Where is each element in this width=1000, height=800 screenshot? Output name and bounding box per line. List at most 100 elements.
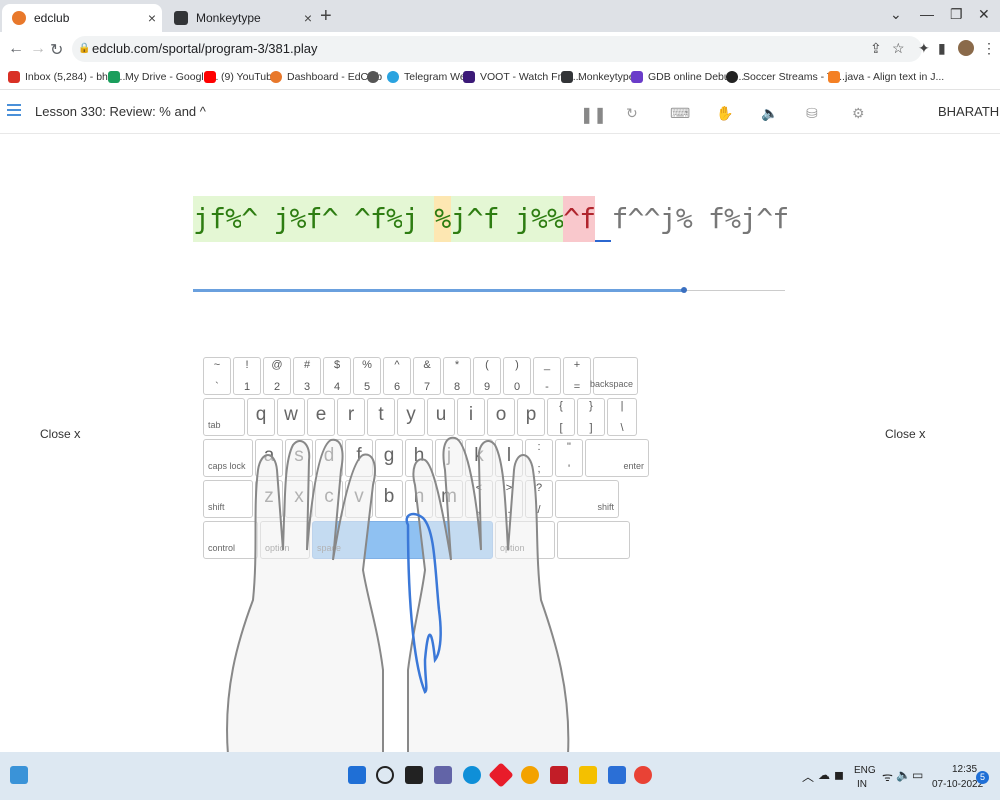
lesson-title: Lesson 330: Review: % and ^ [35,104,206,119]
close-icon: x [919,426,926,441]
keyboard-icon[interactable]: ⌨ [670,105,690,122]
edge-icon[interactable] [463,766,481,784]
typing-char: j [659,202,677,235]
region-indicator: IN [857,779,867,790]
side-panel-icon[interactable]: ▮ [938,40,946,57]
file-explorer-icon[interactable] [579,766,597,784]
extensions-icon[interactable]: ✦ [918,40,930,57]
key-symbol[interactable]: ~ ` [203,357,231,395]
store-icon[interactable] [608,766,626,784]
back-icon[interactable]: ← [8,40,24,58]
typing-char: % [675,202,693,235]
sound-icon[interactable]: 🔈 [761,105,778,122]
chrome-icon[interactable] [634,766,652,784]
windows-start-icon[interactable] [348,766,366,784]
hand-icon[interactable]: ✋ [716,105,733,122]
typing-char: f [708,202,725,235]
tab-edclub[interactable]: edclub × [2,4,162,32]
typing-char: ^ [627,202,645,235]
globe-icon [367,71,379,83]
clock-time[interactable]: 12:35 [952,764,977,775]
typing-char [418,196,435,242]
key-symbol[interactable]: @2 [263,357,291,395]
key-symbol[interactable]: $4 [323,357,351,395]
menu-icon[interactable]: ⋮ [982,40,996,57]
tray-overflow-icon[interactable]: ︿ [802,768,814,785]
key-symbol[interactable]: ^ 6 [383,357,411,395]
key-symbol[interactable]: % 5 [353,357,381,395]
bookmark-item[interactable]: Telegram Web [387,71,472,83]
typing-char: f [482,196,500,242]
forward-icon[interactable]: → [30,40,46,58]
bookmark-item[interactable]: java - Align text in J... [828,71,944,83]
minimize-button[interactable]: — [920,6,934,22]
bookmark-item[interactable]: Dashboard - EdClub [270,71,382,83]
typing-char: % [530,196,548,242]
typing-char: % [434,196,451,242]
bookmark-star-icon[interactable]: ☆ [892,40,905,57]
widgets-icon[interactable] [10,766,28,784]
typing-char: % [289,196,306,242]
reload-icon[interactable]: ↻ [50,40,63,60]
pause-icon[interactable]: ❚❚ [580,105,607,125]
share-icon[interactable]: ⇪ [870,40,882,57]
maximize-button[interactable]: ❐ [950,6,963,23]
close-tab-icon[interactable]: × [142,10,162,26]
typing-char: j [273,196,290,242]
bookmark-item[interactable]: My Drive - Google... [108,71,218,83]
key-symbol[interactable]: | \ [607,398,637,436]
typing-char: f [209,196,226,242]
typing-char [498,196,515,242]
typing-char: ^ [241,196,258,242]
key-symbol[interactable]: * 8 [443,357,471,395]
teams-icon[interactable] [434,766,452,784]
hamburger-menu-icon[interactable] [7,104,21,116]
typing-char: f [611,202,629,235]
key-symbol[interactable]: #3 [293,357,321,395]
language-indicator[interactable]: ENG [854,765,876,776]
close-right-button[interactable]: Close x [885,426,926,441]
profile-avatar[interactable] [958,40,974,56]
settings-gear-icon[interactable]: ⚙ [852,105,865,122]
key-symbol[interactable]: (9 [473,357,501,395]
app-tray-icon[interactable]: ◼ [834,768,844,782]
search-icon[interactable] [376,766,394,784]
bookmark-item[interactable]: (9) YouTube [204,71,278,83]
mcafee-icon[interactable] [550,766,568,784]
notes-icon[interactable] [521,766,539,784]
typing-char: j [450,196,467,242]
tab-search-icon[interactable]: ⌄ [890,6,902,23]
key-symbol[interactable]: ! 1 [233,357,261,395]
close-left-button[interactable]: Close x [40,426,81,441]
typing-char: % [225,196,242,242]
bookmarks-bar: Inbox (5,284) - bhar... My Drive - Googl… [0,66,1000,90]
key-symbol[interactable]: _ - [533,357,561,395]
new-tab-button[interactable]: + [320,5,332,28]
close-icon: x [74,426,81,441]
task-view-icon[interactable] [405,766,423,784]
tab-monkeytype[interactable]: Monkeytype × [164,4,318,32]
restart-icon[interactable]: ↻ [626,105,638,122]
bookmark-item[interactable] [367,71,384,83]
soccer-icon [726,71,738,83]
key-symbol[interactable]: & 7 [413,357,441,395]
voot-icon [463,71,475,83]
key-symbol[interactable]: + = [563,357,591,395]
wifi-icon[interactable]: ᯤ [882,768,893,785]
close-tab-icon[interactable]: × [298,10,318,26]
notification-badge[interactable]: 5 [976,771,989,784]
battery-icon[interactable]: ▭ [912,768,923,782]
bookmark-item[interactable]: Monkeytype [561,71,635,83]
typing-char: % [386,196,403,242]
key-symbol[interactable]: ) 0 [503,357,531,395]
close-window-button[interactable]: ✕ [978,6,990,23]
typing-char: j [740,202,758,235]
tab-title: edclub [34,11,70,25]
user-name[interactable]: BHARATH [938,104,999,119]
key-backspace[interactable]: backspace [590,357,638,395]
paint-bucket-icon[interactable]: ⛁ [806,105,818,122]
onedrive-icon[interactable]: ☁ [818,768,830,782]
volume-icon[interactable]: 🔈 [896,768,911,782]
office-icon[interactable] [488,762,514,788]
url-field[interactable]: 🔒 edclub.com/sportal/program-3/381.play [72,36,922,62]
